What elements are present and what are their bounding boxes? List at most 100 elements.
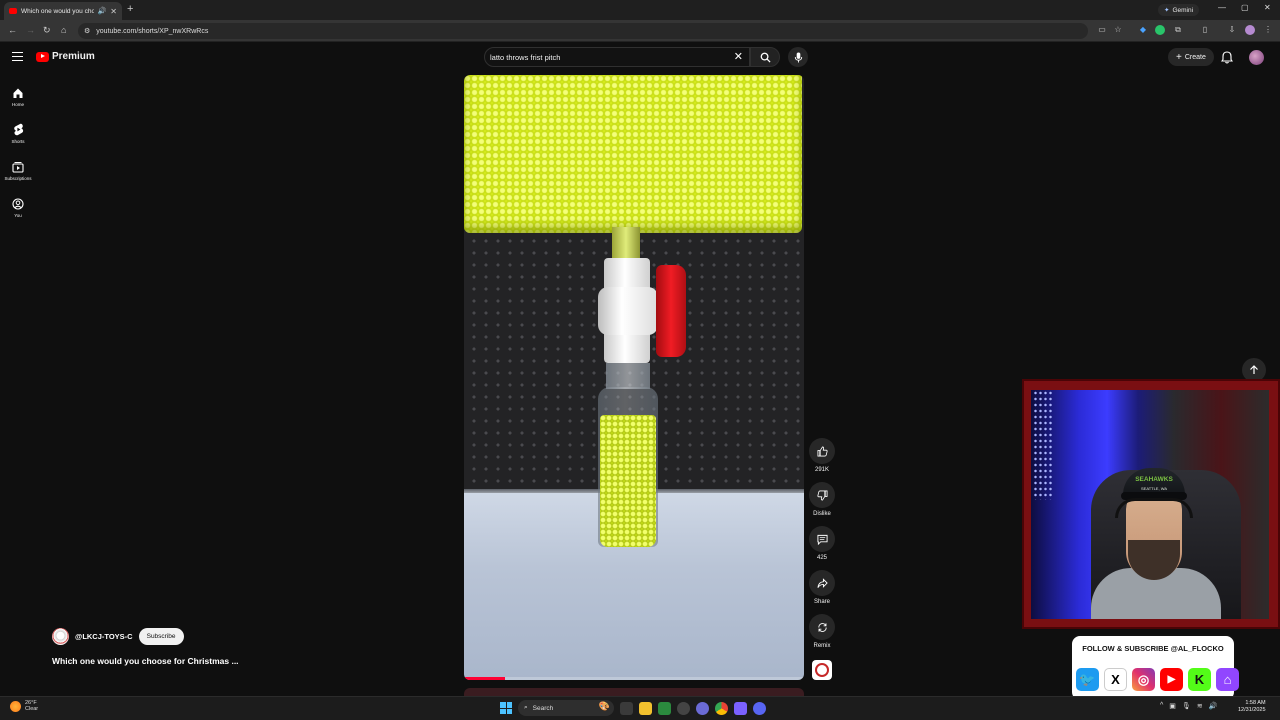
like-button[interactable] — [809, 438, 835, 464]
extensions-puzzle-icon[interactable]: ⧉ — [1173, 25, 1183, 35]
comments-action[interactable]: 425 — [806, 526, 838, 570]
sound-thumbnail[interactable] — [812, 660, 832, 680]
youtube-logo[interactable]: Premium — [36, 51, 95, 62]
search-input[interactable]: latto throws frist pitch ✕ — [484, 47, 750, 67]
share-label: Share — [813, 599, 830, 605]
browser-menu-icon[interactable]: ⋮ — [1263, 25, 1273, 35]
dislike-action[interactable]: Dislike — [806, 482, 838, 526]
back-icon[interactable]: ← — [8, 25, 17, 35]
dislike-label: Dislike — [813, 511, 831, 517]
discord-icon[interactable] — [753, 701, 766, 715]
speaker-icon: 🔊 — [97, 8, 107, 15]
network-icon[interactable]: ≋ — [1197, 702, 1203, 710]
youtube-favicon-icon — [9, 8, 17, 14]
shorts-video-player[interactable] — [464, 75, 804, 680]
forward-icon[interactable]: → — [26, 25, 35, 35]
voice-search-button[interactable] — [788, 47, 808, 67]
microphone-icon — [794, 51, 802, 63]
sound-avatar-icon — [815, 663, 829, 677]
remix-action[interactable]: Remix — [806, 614, 838, 658]
file-explorer-icon[interactable] — [639, 701, 652, 715]
notifications-bell-icon[interactable] — [1221, 51, 1233, 64]
like-action[interactable]: 291K — [806, 438, 838, 482]
share-action[interactable]: Share — [806, 570, 838, 614]
next-short-preview[interactable] — [464, 688, 804, 696]
site-info-icon[interactable]: ⚙ — [84, 27, 90, 35]
app-green-icon[interactable] — [658, 701, 671, 715]
cast-icon[interactable]: ▭ — [1097, 25, 1107, 35]
weather-widget[interactable]: 26°F Clear — [10, 700, 38, 712]
string-lights — [1033, 390, 1053, 500]
weather-icon — [10, 700, 21, 712]
create-button[interactable]: + Create — [1168, 48, 1214, 66]
gemini-button[interactable]: ✦ Gemini — [1158, 4, 1200, 16]
video-bottle-beads — [600, 415, 656, 547]
app-grid-icon[interactable] — [734, 701, 747, 715]
follow-subscribe-banner: FOLLOW & SUBSCRIBE @AL_FLOCKO 🐦 X ◎ ▶ K … — [1070, 634, 1239, 702]
extension-green-icon[interactable] — [1155, 25, 1165, 35]
nav-item-subscriptions[interactable]: Subscriptions — [0, 152, 36, 189]
address-bar-row: ← → ↻ ⌂ ⚙ youtube.com/shorts/XP_nwXRwRcs… — [0, 20, 1280, 42]
tray-chevron-icon[interactable]: ^ — [1160, 702, 1163, 710]
share-button[interactable] — [809, 570, 835, 596]
windows-taskbar: 26°F Clear ⌕ Search 🎨 ^ ▣ 🎙 ≋ 🔊 1:58 AM … — [0, 696, 1280, 720]
nav-label: Subscriptions — [4, 175, 32, 181]
app-gear-icon[interactable] — [677, 701, 690, 715]
minimize-icon[interactable]: — — [1218, 3, 1226, 12]
nav-item-home[interactable]: Home — [0, 78, 36, 115]
search-icon — [760, 52, 771, 63]
system-tray: ^ ▣ 🎙 ≋ 🔊 — [1160, 702, 1217, 710]
system-clock[interactable]: 1:58 AM 12/31/2025 — [1238, 700, 1266, 714]
taskbar-search[interactable]: ⌕ Search 🎨 — [518, 700, 614, 716]
remix-button[interactable] — [809, 614, 835, 640]
video-bottle-neck — [606, 363, 650, 389]
sidebar-icon[interactable]: ▯ — [1200, 25, 1210, 35]
windows-start-icon[interactable] — [500, 702, 512, 714]
nav-label: Home — [11, 101, 24, 107]
extension-icon[interactable]: ◆ — [1138, 25, 1148, 35]
nav-item-you[interactable]: You — [0, 189, 36, 226]
subscribe-button[interactable]: Subscribe — [138, 628, 184, 645]
tray-mic-icon[interactable]: 🎙 — [1182, 702, 1191, 710]
home-browser-icon[interactable]: ⌂ — [61, 25, 66, 35]
twitch-icon: ⌂ — [1216, 668, 1239, 691]
youtube-header: Premium latto throws frist pitch ✕ + Cre… — [0, 42, 1280, 72]
clock-date: 12/31/2025 — [1238, 707, 1266, 713]
menu-icon[interactable] — [12, 52, 23, 61]
reload-icon[interactable]: ↻ — [43, 25, 51, 36]
omnibox[interactable]: ⚙ youtube.com/shorts/XP_nwXRwRcs — [78, 23, 1088, 39]
short-title[interactable]: Which one would you choose for Christmas… — [52, 656, 239, 666]
home-icon — [13, 88, 23, 98]
new-tab-button[interactable]: + — [127, 3, 133, 15]
close-tab-icon[interactable]: ✕ — [110, 7, 117, 16]
channel-name[interactable]: @LKCJ-TOYS-C — [75, 632, 133, 641]
search-icon: ⌕ — [524, 704, 528, 711]
profile-icon[interactable] — [1245, 25, 1255, 35]
video-progress-bar[interactable] — [464, 677, 804, 680]
twitter-icon: 🐦 — [1076, 668, 1099, 691]
nav-item-shorts[interactable]: Shorts — [0, 115, 36, 152]
comments-button[interactable] — [809, 526, 835, 552]
downloads-icon[interactable]: ⇩ — [1227, 25, 1237, 35]
volume-icon[interactable]: 🔊 — [1209, 702, 1218, 710]
task-view-icon[interactable] — [620, 701, 633, 715]
app-purple-icon[interactable] — [696, 701, 709, 715]
clear-search-icon[interactable]: ✕ — [734, 50, 743, 63]
chrome-icon[interactable] — [715, 701, 728, 715]
gemini-label: Gemini — [1172, 6, 1194, 14]
nav-label: Shorts — [11, 139, 25, 144]
account-avatar[interactable] — [1249, 50, 1264, 65]
maximize-icon[interactable]: ▢ — [1241, 3, 1249, 12]
close-window-icon[interactable]: ✕ — [1264, 3, 1271, 12]
tray-app-icon[interactable]: ▣ — [1169, 702, 1176, 710]
tab-title: Which one would you choo — [21, 7, 94, 15]
shorts-icon — [13, 123, 23, 136]
remix-label: Remix — [813, 643, 831, 649]
taskbar-search-label: Search — [532, 704, 554, 712]
search-value: latto throws frist pitch — [490, 52, 561, 62]
channel-avatar[interactable] — [52, 628, 69, 645]
bookmark-star-icon[interactable]: ☆ — [1113, 25, 1123, 35]
dislike-button[interactable] — [809, 482, 835, 508]
browser-tab[interactable]: Which one would you choo 🔊 ✕ — [4, 2, 122, 20]
search-button[interactable] — [750, 47, 780, 67]
